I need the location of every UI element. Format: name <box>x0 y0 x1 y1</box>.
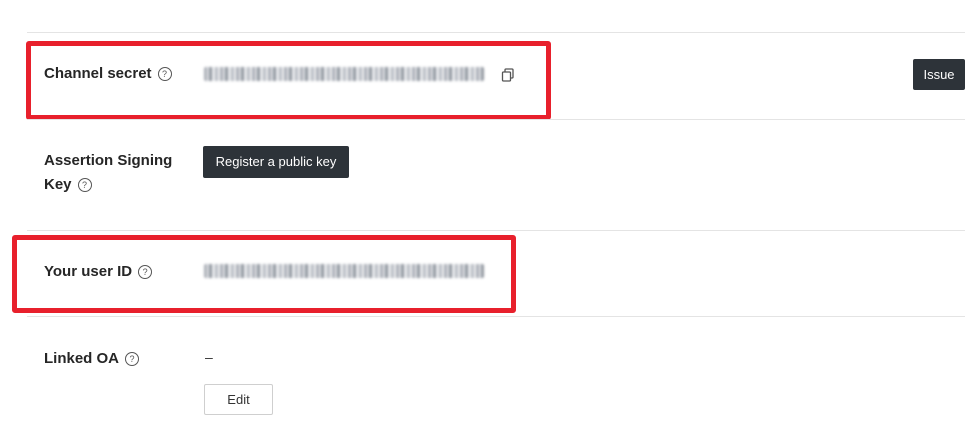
divider-1 <box>27 119 965 120</box>
divider-3 <box>27 316 965 317</box>
divider-2 <box>27 230 965 231</box>
edit-button[interactable]: Edit <box>204 384 273 415</box>
question-circle-icon[interactable]: ? <box>125 352 140 366</box>
linked-oa-value: – <box>205 349 213 365</box>
divider-top <box>27 32 965 33</box>
question-circle-icon[interactable]: ? <box>77 178 92 192</box>
assertion-signing-key-label: Assertion Signing Key? <box>44 149 172 197</box>
register-public-key-button[interactable]: Register a public key <box>203 146 349 178</box>
issue-button[interactable]: Issue <box>913 59 965 90</box>
linked-oa-label-text: Linked OA <box>44 350 120 367</box>
linked-oa-label: Linked OA? <box>44 347 140 371</box>
assertion-label-line1: Assertion Signing <box>44 152 173 169</box>
highlight-box-channel-secret <box>26 41 551 120</box>
assertion-label-line2: Key <box>44 176 72 193</box>
highlight-box-user-id <box>12 235 516 313</box>
